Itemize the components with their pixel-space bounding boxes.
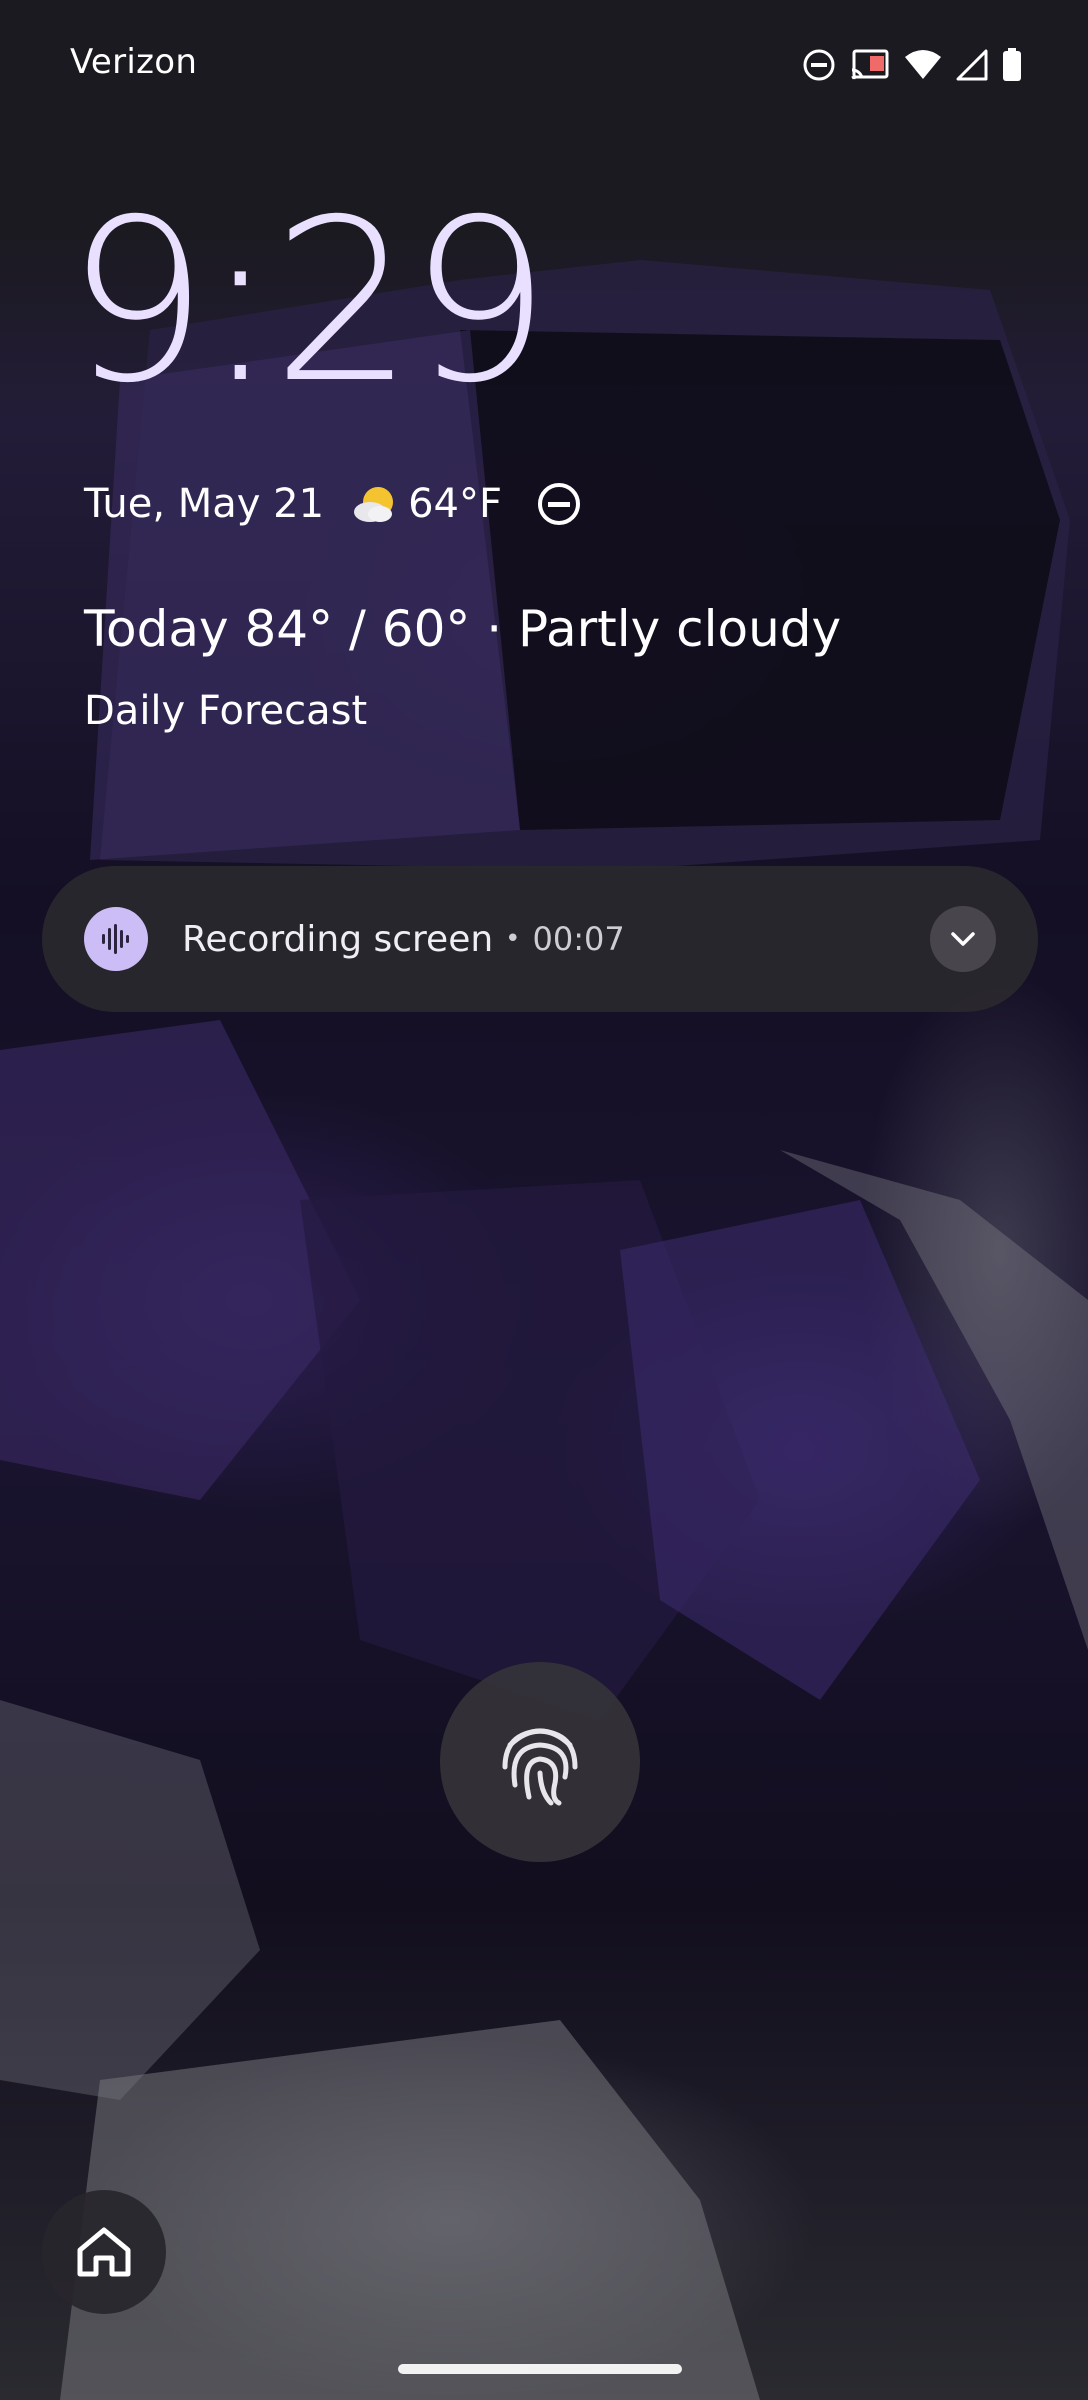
audio-waveform-icon	[84, 907, 148, 971]
status-bar: Verizon	[0, 0, 1088, 130]
temperature-label: 64°F	[408, 481, 502, 527]
fingerprint-sensor-button[interactable]	[440, 1662, 640, 1862]
wifi-icon	[905, 50, 941, 79]
today-forecast[interactable]: Today 84° / 60° · Partly cloudy	[84, 600, 841, 658]
partly-cloudy-icon	[354, 487, 394, 522]
screen-recording-notification[interactable]: Recording screen • 00:07	[42, 866, 1038, 1012]
notification-title: Recording screen	[182, 918, 494, 960]
date-label: Tue, May 21	[84, 481, 325, 527]
do-not-disturb-icon	[803, 49, 835, 81]
lock-clock: 9:29	[66, 171, 551, 432]
notification-elapsed-time: 00:07	[532, 920, 625, 958]
cell-signal-icon	[956, 49, 988, 81]
date-weather-row[interactable]: Tue, May 21 64°F	[84, 480, 582, 528]
cast-icon	[851, 49, 889, 80]
home-icon	[77, 2227, 131, 2277]
carrier-name: Verizon	[70, 42, 198, 82]
daily-forecast-link[interactable]: Daily Forecast	[84, 688, 367, 734]
home-controls-button[interactable]	[42, 2190, 166, 2314]
gesture-navigation-handle[interactable]	[398, 2364, 682, 2374]
expand-notification-button[interactable]	[930, 906, 996, 972]
do-not-disturb-icon	[537, 483, 580, 525]
status-icons	[802, 48, 1022, 82]
notification-separator: •	[505, 924, 521, 954]
battery-icon	[1003, 48, 1021, 81]
fingerprint-icon	[502, 1728, 578, 1806]
chevron-down-icon	[951, 932, 975, 946]
